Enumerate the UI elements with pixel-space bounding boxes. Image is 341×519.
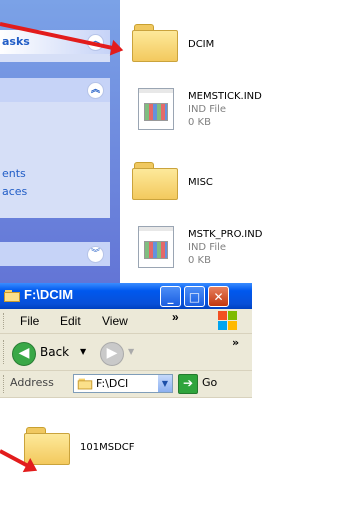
windows-logo-icon xyxy=(218,311,238,331)
file-name: MSTK_PRO.IND xyxy=(188,229,263,240)
task-panel-2-header[interactable]: ︽ xyxy=(0,78,110,102)
task-pane: asks ︽ ︽ ents aces ︾ xyxy=(0,0,120,283)
menu-view[interactable]: View xyxy=(102,314,128,328)
task-panel-3[interactable]: ︾ xyxy=(0,242,110,266)
forward-dropdown-icon[interactable]: ▼ xyxy=(128,347,134,356)
address-bar: Address F:\DCI ▼ ➔ Go xyxy=(0,371,252,398)
file-kind: IND File xyxy=(188,104,227,115)
file-name: MEMSTICK.IND xyxy=(188,91,262,102)
menu-overflow-chevron[interactable]: » xyxy=(172,310,179,324)
file-list: DCIM MEMSTICK.IND IND File 0 KB MISC MST… xyxy=(120,0,341,283)
collapse-icon[interactable]: ︽ xyxy=(87,82,104,99)
file-name: 101MSDCF xyxy=(80,442,135,453)
title-bar[interactable]: F:\DCIM _ □ ✕ xyxy=(0,283,252,309)
chevron-down-icon[interactable]: ▼ xyxy=(158,375,172,392)
file-size: 0 KB xyxy=(188,255,211,266)
expand-icon[interactable]: ︾ xyxy=(87,246,104,263)
file-kind: IND File xyxy=(188,242,227,253)
forward-arrow-icon[interactable]: ▶ xyxy=(100,342,124,366)
task-panel-2: ︽ ents aces xyxy=(0,78,110,218)
maximize-button[interactable]: □ xyxy=(184,286,205,307)
folder-icon xyxy=(4,290,20,302)
address-value: F:\DCI xyxy=(96,377,129,390)
go-button[interactable]: Go xyxy=(202,376,217,389)
menu-bar: File Edit View » xyxy=(0,309,252,334)
address-input[interactable]: F:\DCI ▼ xyxy=(73,374,173,393)
explorer-window-dcim: F:\DCIM _ □ ✕ File Edit View » ◀ Back ▼ … xyxy=(0,283,252,519)
explorer-window-top: asks ︽ ︽ ents aces ︾ DCIM MEMSTICK.IND I… xyxy=(0,0,341,283)
ind-file-icon xyxy=(138,88,174,130)
folder-icon xyxy=(130,20,178,62)
back-button-label[interactable]: Back xyxy=(40,345,69,359)
file-name: DCIM xyxy=(188,39,215,50)
go-arrow-icon[interactable]: ➔ xyxy=(178,374,198,394)
back-dropdown-icon[interactable]: ▼ xyxy=(80,347,86,356)
folder-icon xyxy=(130,158,178,200)
toolbar-grip[interactable] xyxy=(3,340,6,364)
task-link-documents[interactable]: ents xyxy=(0,166,26,182)
close-button[interactable]: ✕ xyxy=(208,286,229,307)
file-name: MISC xyxy=(188,177,213,188)
task-link-places[interactable]: aces xyxy=(0,184,27,200)
task-panel-title: asks xyxy=(2,35,30,48)
standard-toolbar: ◀ Back ▼ ▶ ▼ » xyxy=(0,334,252,371)
toolbar-grip[interactable] xyxy=(3,313,6,329)
minimize-button[interactable]: _ xyxy=(160,286,181,307)
menu-file[interactable]: File xyxy=(20,314,39,328)
toolbar-grip[interactable] xyxy=(3,375,6,393)
ind-file-icon xyxy=(138,226,174,268)
back-arrow-icon[interactable]: ◀ xyxy=(12,342,36,366)
address-label: Address xyxy=(10,376,54,389)
file-size: 0 KB xyxy=(188,117,211,128)
toolbar-overflow-chevron[interactable]: » xyxy=(232,336,239,349)
menu-edit[interactable]: Edit xyxy=(60,314,81,328)
window-title: F:\DCIM xyxy=(24,287,74,302)
folder-icon xyxy=(77,378,93,390)
folder-icon xyxy=(22,423,70,465)
